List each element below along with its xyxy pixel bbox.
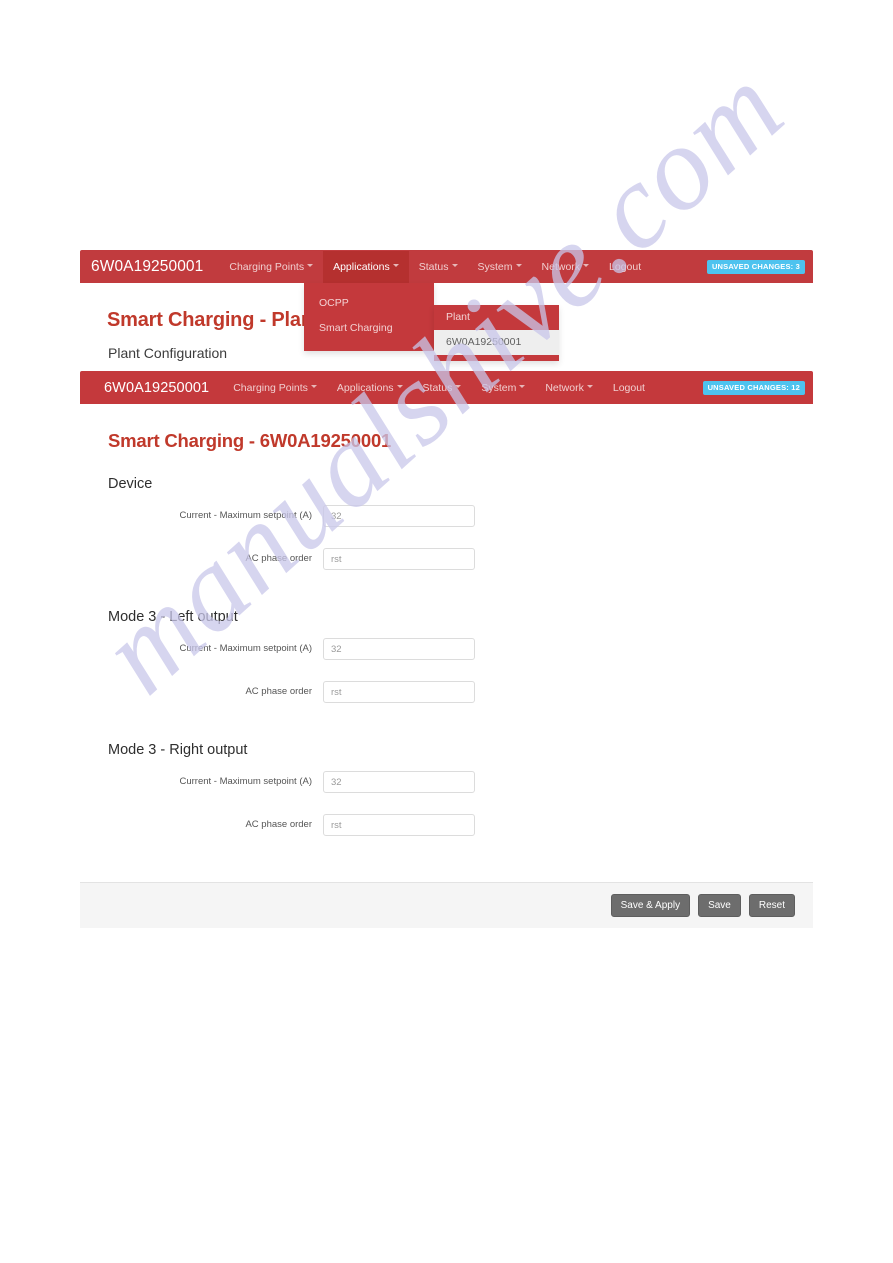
- nav-item-charging-points[interactable]: Charging Points: [219, 251, 323, 283]
- nav-item-logout[interactable]: Logout: [599, 251, 651, 283]
- form-row: Current - Maximum setpoint (A): [80, 758, 813, 793]
- nav-item-label: System: [477, 260, 513, 273]
- chevron-down-icon: [310, 385, 317, 389]
- field-label: Current - Maximum setpoint (A): [179, 776, 312, 787]
- nav-item-status[interactable]: Status: [413, 372, 472, 404]
- nav-item-network[interactable]: Network: [532, 251, 600, 283]
- form-row: AC phase order: [80, 793, 813, 836]
- nav-item-label: Charging Points: [233, 381, 308, 394]
- submenu-item-device[interactable]: 6W0A19250001: [434, 330, 559, 355]
- navbar-brand[interactable]: 6W0A19250001: [80, 258, 203, 276]
- applications-dropdown-menu: OCPP Smart Charging: [304, 283, 434, 351]
- unsaved-changes-badge[interactable]: UNSAVED CHANGES: 12: [702, 380, 805, 395]
- nav-item-system[interactable]: System: [471, 372, 535, 404]
- nav-item-label: Status: [418, 260, 449, 273]
- navbar-menu: Charging Points Applications Status Syst…: [219, 250, 651, 283]
- nav-item-applications[interactable]: Applications: [323, 250, 409, 283]
- reset-button[interactable]: Reset: [748, 894, 795, 917]
- nav-item-label: Charging Points: [229, 260, 305, 273]
- chevron-down-icon: [586, 385, 593, 389]
- smart-charging-submenu: Plant 6W0A19250001: [434, 305, 559, 361]
- nav-item-charging-points[interactable]: Charging Points: [223, 372, 327, 404]
- ac-phase-order-input[interactable]: [323, 548, 475, 570]
- nav-item-label: Network: [541, 260, 581, 273]
- ac-phase-order-input[interactable]: [323, 681, 475, 703]
- page-content-bottom: Smart Charging - 6W0A19250001 Device Cur…: [80, 404, 813, 928]
- dropdown-item-smart-charging[interactable]: Smart Charging: [304, 316, 434, 341]
- chevron-down-icon: [392, 264, 399, 268]
- save-and-apply-button[interactable]: Save & Apply: [610, 894, 691, 917]
- section-mode3-right-output: Mode 3 - Right output Current - Maximum …: [80, 703, 813, 836]
- nav-item-label: Logout: [612, 381, 645, 394]
- navbar-bottom: 6W0A19250001 Charging Points Application…: [80, 371, 813, 404]
- submenu-item-plant[interactable]: Plant: [434, 305, 559, 330]
- current-maximum-setpoint-input[interactable]: [323, 771, 475, 793]
- nav-item-applications[interactable]: Applications: [327, 372, 413, 404]
- save-button[interactable]: Save: [698, 894, 741, 917]
- chevron-down-icon: [583, 264, 590, 268]
- section-heading: Mode 3 - Left output: [108, 609, 238, 625]
- navbar-brand[interactable]: 6W0A19250001: [80, 380, 209, 396]
- unsaved-changes-badge[interactable]: UNSAVED CHANGES: 3: [706, 259, 805, 274]
- section-heading: Device: [108, 476, 153, 492]
- unsaved-changes-wrap: UNSAVED CHANGES: 12: [702, 380, 813, 395]
- field-label: AC phase order: [245, 553, 312, 564]
- nav-item-label: System: [481, 381, 517, 394]
- section-device: Device Current - Maximum setpoint (A) AC…: [80, 452, 813, 570]
- nav-item-label: Applications: [336, 381, 394, 394]
- current-maximum-setpoint-input[interactable]: [323, 505, 475, 527]
- form-actions-bar: Save & Apply Save Reset: [80, 882, 813, 928]
- form-row: Current - Maximum setpoint (A): [80, 625, 813, 660]
- nav-item-label: Network: [545, 381, 584, 394]
- field-label: Current - Maximum setpoint (A): [179, 643, 312, 654]
- form-row: AC phase order: [80, 527, 813, 570]
- screenshot-bottom-panel: 6W0A19250001 Charging Points Application…: [80, 371, 813, 928]
- nav-item-label: Logout: [609, 260, 642, 273]
- form-row: AC phase order: [80, 660, 813, 703]
- field-label: Current - Maximum setpoint (A): [179, 510, 312, 521]
- chevron-down-icon: [396, 385, 403, 389]
- navbar-menu: Charging Points Applications Status Syst…: [223, 372, 655, 404]
- ac-phase-order-input[interactable]: [323, 814, 475, 836]
- section-mode3-left-output: Mode 3 - Left output Current - Maximum s…: [80, 570, 813, 703]
- nav-item-logout[interactable]: Logout: [603, 372, 655, 404]
- chevron-down-icon: [519, 385, 526, 389]
- chevron-down-icon: [451, 264, 458, 268]
- field-label: AC phase order: [245, 819, 312, 830]
- navbar-top: 6W0A19250001 Charging Points Application…: [80, 250, 813, 283]
- nav-item-system[interactable]: System: [468, 251, 532, 283]
- nav-item-status[interactable]: Status: [409, 251, 468, 283]
- nav-item-network[interactable]: Network: [535, 372, 603, 404]
- chevron-down-icon: [455, 385, 462, 389]
- page-title: Smart Charging - 6W0A19250001: [108, 430, 392, 451]
- dropdown-item-ocpp[interactable]: OCPP: [304, 291, 434, 316]
- unsaved-changes-wrap: UNSAVED CHANGES: 3: [706, 259, 813, 274]
- field-label: AC phase order: [245, 686, 312, 697]
- form-row: Current - Maximum setpoint (A): [80, 492, 813, 527]
- current-maximum-setpoint-input[interactable]: [323, 638, 475, 660]
- nav-item-label: Applications: [333, 260, 390, 273]
- chevron-down-icon: [307, 264, 314, 268]
- section-heading: Mode 3 - Right output: [108, 742, 248, 758]
- nav-item-label: Status: [422, 381, 453, 394]
- chevron-down-icon: [515, 264, 522, 268]
